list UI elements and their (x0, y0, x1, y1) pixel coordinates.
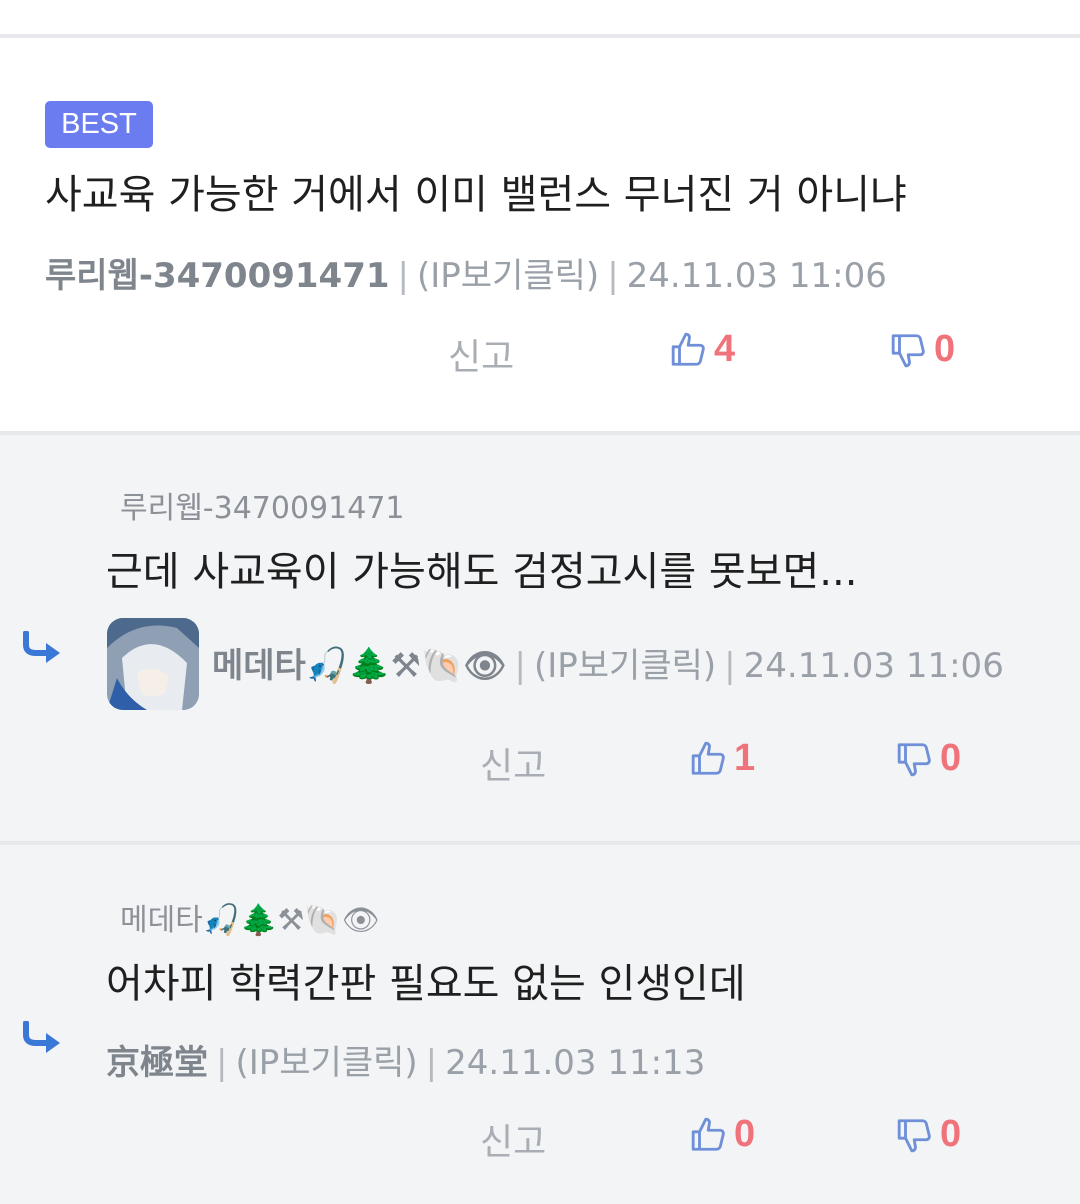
separator: | (724, 646, 736, 686)
top-strip (0, 0, 1080, 34)
quoted-author: 루리웹-3470091471 (120, 491, 405, 526)
avatar[interactable] (107, 618, 199, 710)
ip-link[interactable]: (IP보기클릭) (417, 256, 599, 296)
reply-arrow-icon (23, 1021, 60, 1053)
dislike-count: 0 (940, 737, 962, 779)
thumbs-up-icon (691, 1117, 725, 1151)
timestamp: 24.11.03 11:06 (743, 646, 1004, 686)
like-count: 4 (714, 328, 736, 370)
like-count: 0 (734, 1113, 756, 1155)
comment-meta: 루리웹-3470091471 | (IP보기클릭) | 24.11.03 11:06 (45, 248, 887, 297)
dislike-button[interactable]: 0 (896, 737, 961, 780)
comment-text: 어차피 학력간판 필요도 없는 인생인데 (106, 961, 746, 1007)
comment-actions: 신고 0 0 (0, 1113, 1080, 1173)
comment-text: 근데 사교육이 가능해도 검정고시를 못보면... (106, 549, 858, 595)
timestamp: 24.11.03 11:13 (445, 1043, 706, 1083)
reply-comment: 메데타🎣🌲⚒🐚👁 어차피 학력간판 필요도 없는 인생인데 京極堂 | (IP보기클… (0, 845, 1080, 1204)
separator: | (514, 646, 526, 686)
author-name[interactable]: 루리웹-3470091471 (45, 256, 390, 296)
like-button[interactable]: 4 (670, 328, 735, 371)
ip-link[interactable]: (IP보기클릭) (534, 646, 716, 686)
report-button[interactable]: 신고 (448, 328, 514, 380)
report-button[interactable]: 신고 (480, 1113, 546, 1165)
thumbs-down-icon (891, 333, 925, 367)
like-button[interactable]: 0 (690, 1113, 755, 1156)
ip-link[interactable]: (IP보기클릭) (235, 1043, 417, 1083)
comment-meta: 메데타🎣🌲⚒🐚👁 | (IP보기클릭) | 24.11.03 11:06 (212, 638, 1004, 687)
thumbs-up-icon (691, 741, 725, 775)
reply-comment: 루리웹-3470091471 근데 사교육이 가능해도 검정고시를 못보면...… (0, 435, 1080, 841)
comment-actions: 신고 4 0 (0, 328, 1080, 388)
best-comment: BEST 사교육 가능한 거에서 이미 밸런스 무너진 거 아니냐 루리웹-34… (0, 38, 1080, 431)
timestamp: 24.11.03 11:06 (626, 256, 887, 296)
author-name[interactable]: 메데타🎣🌲⚒🐚👁 (212, 646, 507, 686)
best-badge: BEST (45, 101, 153, 148)
separator: | (397, 256, 409, 296)
thumbs-up-icon (671, 332, 705, 366)
comment-actions: 신고 1 0 (0, 737, 1080, 797)
dislike-count: 0 (934, 328, 956, 370)
thumbs-down-icon (897, 1118, 931, 1152)
like-button[interactable]: 1 (690, 737, 755, 780)
separator: | (216, 1043, 228, 1083)
separator: | (425, 1043, 438, 1083)
thumbs-down-icon (897, 742, 931, 776)
report-button[interactable]: 신고 (480, 737, 546, 789)
like-count: 1 (734, 737, 756, 779)
separator: | (607, 256, 619, 296)
comment-meta: 京極堂 | (IP보기클릭) | 24.11.03 11:13 (106, 1035, 705, 1084)
dislike-count: 0 (940, 1113, 962, 1155)
dislike-button[interactable]: 0 (896, 1113, 961, 1156)
reply-arrow-icon (23, 631, 60, 663)
author-name[interactable]: 京極堂 (106, 1043, 208, 1083)
dislike-button[interactable]: 0 (890, 328, 955, 371)
comment-text: 사교육 가능한 거에서 이미 밸런스 무너진 거 아니냐 (45, 172, 907, 218)
quoted-author: 메데타🎣🌲⚒🐚👁 (120, 903, 380, 938)
